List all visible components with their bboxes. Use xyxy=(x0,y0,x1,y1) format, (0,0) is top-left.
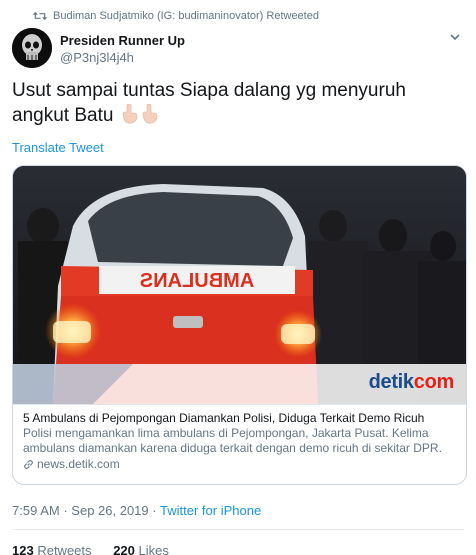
author-name[interactable]: Presiden Runner Up xyxy=(60,33,185,48)
retweet-context[interactable]: Budiman Sudjatmiko (IG: budimaninovator)… xyxy=(33,10,319,22)
retweets-label: Retweets xyxy=(37,543,92,555)
tweet-stats: 123 Retweets 220 Likes xyxy=(12,543,169,555)
ambulance-label: AMBULANS xyxy=(140,270,254,292)
card-body[interactable]: 5 Ambulans di Pejompongan Diamankan Poli… xyxy=(13,404,466,484)
skull-icon xyxy=(12,28,52,68)
pointing-down-emoji-icon xyxy=(142,104,158,124)
tweet-body: Usut sampai tuntas Siapa dalang yg menyu… xyxy=(12,80,406,126)
card-domain-text: news.detik.com xyxy=(37,457,120,471)
pointing-down-emoji-icon xyxy=(122,104,138,124)
chevron-down-icon[interactable] xyxy=(448,30,462,44)
likes-count: 220 xyxy=(113,543,135,555)
author-handle[interactable]: @P3nj3l4j4h xyxy=(60,50,134,65)
tweet-date[interactable]: Sep 26, 2019 xyxy=(71,503,148,518)
likes-stat[interactable]: 220 Likes xyxy=(113,543,169,555)
retweet-text: Budiman Sudjatmiko (IG: budimaninovator)… xyxy=(53,10,319,22)
link-icon xyxy=(24,460,33,469)
divider xyxy=(12,529,464,530)
link-card[interactable]: AMBULANS detikcom 5 Ambulans di Pejompon… xyxy=(12,165,467,485)
meta-separator: · xyxy=(63,503,68,518)
tweet-source-link[interactable]: Twitter for iPhone xyxy=(160,503,261,518)
tweet-text: Usut sampai tuntas Siapa dalang yg menyu… xyxy=(12,78,464,128)
retweet-icon xyxy=(33,12,47,20)
likes-label: Likes xyxy=(138,543,169,555)
detikcom-logo: detikcom xyxy=(368,371,455,393)
card-title[interactable]: 5 Ambulans di Pejompongan Diamankan Poli… xyxy=(23,411,458,426)
card-image[interactable]: AMBULANS detikcom xyxy=(13,166,466,404)
tweet-meta: 7:59 AM · Sep 26, 2019 · Twitter for iPh… xyxy=(12,503,261,518)
card-domain: news.detik.com xyxy=(23,457,458,472)
avatar[interactable] xyxy=(12,28,52,68)
retweets-stat[interactable]: 123 Retweets xyxy=(12,543,92,555)
tweet-header: Presiden Runner Up @P3nj3l4j4h xyxy=(12,28,464,72)
translate-tweet-link[interactable]: Translate Tweet xyxy=(12,140,104,155)
retweets-count: 123 xyxy=(12,543,34,555)
tweet-time[interactable]: 7:59 AM xyxy=(12,503,60,518)
card-description: Polisi mengamankan lima ambulans di Pejo… xyxy=(23,426,442,455)
ambulance-photo: AMBULANS xyxy=(13,166,466,404)
meta-separator: · xyxy=(152,503,157,518)
